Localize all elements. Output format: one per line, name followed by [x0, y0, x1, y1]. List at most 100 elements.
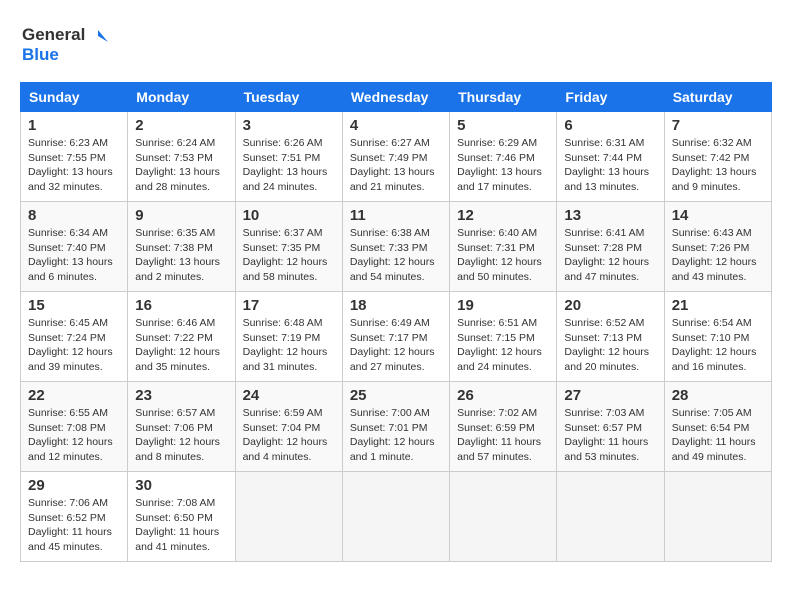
calendar-cell: 3 Sunrise: 6:26 AM Sunset: 7:51 PM Daylig…: [235, 112, 342, 202]
svg-text:Blue: Blue: [22, 45, 59, 64]
day-number: 12: [457, 207, 549, 224]
day-info: Sunrise: 6:34 AM Sunset: 7:40 PM Dayligh…: [28, 226, 120, 285]
day-info: Sunrise: 6:23 AM Sunset: 7:55 PM Dayligh…: [28, 136, 120, 195]
day-number: 1: [28, 117, 120, 134]
calendar-cell: 4Sunrise: 6:27 AM Sunset: 7:49 PM Daylig…: [342, 112, 449, 202]
day-info: Sunrise: 6:49 AM Sunset: 7:17 PM Dayligh…: [350, 316, 442, 375]
day-info: Sunrise: 7:08 AM Sunset: 6:50 PM Dayligh…: [135, 496, 227, 555]
calendar-cell: 29 Sunrise: 7:06 AM Sunset: 6:52 PM Dayli…: [21, 472, 128, 562]
calendar-cell: 18 Sunrise: 6:49 AM Sunset: 7:17 PM Dayli…: [342, 292, 449, 382]
calendar-cell: 15Sunrise: 6:45 AM Sunset: 7:24 PM Dayli…: [21, 292, 128, 382]
day-info: Sunrise: 6:54 AM Sunset: 7:10 PM Dayligh…: [672, 316, 764, 375]
column-header-monday: Monday: [128, 83, 235, 112]
day-info: Sunrise: 7:05 AM Sunset: 6:54 PM Dayligh…: [672, 406, 764, 465]
calendar-week-4: 22Sunrise: 6:55 AM Sunset: 7:08 PM Dayli…: [21, 382, 772, 472]
calendar-week-2: 8 Sunrise: 6:34 AM Sunset: 7:40 PM Daylig…: [21, 202, 772, 292]
day-info: Sunrise: 7:00 AM Sunset: 7:01 PM Dayligh…: [350, 406, 442, 465]
page-header: GeneralBlue: [20, 20, 772, 66]
calendar-cell: 13 Sunrise: 6:41 AM Sunset: 7:28 PM Dayli…: [557, 202, 664, 292]
day-info: Sunrise: 7:06 AM Sunset: 6:52 PM Dayligh…: [28, 496, 120, 555]
day-info: Sunrise: 7:03 AM Sunset: 6:57 PM Dayligh…: [564, 406, 656, 465]
day-info: Sunrise: 6:41 AM Sunset: 7:28 PM Dayligh…: [564, 226, 656, 285]
day-number: 9: [135, 207, 227, 224]
day-info: Sunrise: 6:37 AM Sunset: 7:35 PM Dayligh…: [243, 226, 335, 285]
day-number: 2: [135, 117, 227, 134]
day-number: 10: [243, 207, 335, 224]
calendar-header-row: SundayMondayTuesdayWednesdayThursdayFrid…: [21, 83, 772, 112]
calendar-cell: [664, 472, 771, 562]
calendar-week-5: 29 Sunrise: 7:06 AM Sunset: 6:52 PM Dayli…: [21, 472, 772, 562]
calendar-week-3: 15Sunrise: 6:45 AM Sunset: 7:24 PM Dayli…: [21, 292, 772, 382]
day-number: 18: [350, 297, 442, 314]
day-number: 21: [672, 297, 764, 314]
day-info: Sunrise: 6:48 AM Sunset: 7:19 PM Dayligh…: [243, 316, 335, 375]
day-info: Sunrise: 6:32 AM Sunset: 7:42 PM Dayligh…: [672, 136, 764, 195]
column-header-thursday: Thursday: [450, 83, 557, 112]
day-info: Sunrise: 6:45 AM Sunset: 7:24 PM Dayligh…: [28, 316, 120, 375]
column-header-sunday: Sunday: [21, 83, 128, 112]
day-number: 4: [350, 117, 442, 134]
day-info: Sunrise: 6:31 AM Sunset: 7:44 PM Dayligh…: [564, 136, 656, 195]
day-info: Sunrise: 7:02 AM Sunset: 6:59 PM Dayligh…: [457, 406, 549, 465]
day-number: 26: [457, 387, 549, 404]
calendar-cell: [342, 472, 449, 562]
calendar-cell: 9Sunrise: 6:35 AM Sunset: 7:38 PM Daylig…: [128, 202, 235, 292]
calendar-cell: 28 Sunrise: 7:05 AM Sunset: 6:54 PM Dayli…: [664, 382, 771, 472]
day-info: Sunrise: 6:46 AM Sunset: 7:22 PM Dayligh…: [135, 316, 227, 375]
calendar-cell: 14 Sunrise: 6:43 AM Sunset: 7:26 PM Dayli…: [664, 202, 771, 292]
column-header-tuesday: Tuesday: [235, 83, 342, 112]
column-header-wednesday: Wednesday: [342, 83, 449, 112]
calendar-cell: 30 Sunrise: 7:08 AM Sunset: 6:50 PM Dayli…: [128, 472, 235, 562]
day-number: 29: [28, 477, 120, 494]
calendar-cell: 2 Sunrise: 6:24 AM Sunset: 7:53 PM Daylig…: [128, 112, 235, 202]
day-number: 28: [672, 387, 764, 404]
day-number: 5: [457, 117, 549, 134]
day-number: 3: [243, 117, 335, 134]
column-header-saturday: Saturday: [664, 83, 771, 112]
calendar-cell: 24 Sunrise: 6:59 AM Sunset: 7:04 PM Dayli…: [235, 382, 342, 472]
day-info: Sunrise: 6:59 AM Sunset: 7:04 PM Dayligh…: [243, 406, 335, 465]
day-number: 13: [564, 207, 656, 224]
day-info: Sunrise: 6:24 AM Sunset: 7:53 PM Dayligh…: [135, 136, 227, 195]
day-number: 8: [28, 207, 120, 224]
day-number: 6: [564, 117, 656, 134]
day-info: Sunrise: 6:57 AM Sunset: 7:06 PM Dayligh…: [135, 406, 227, 465]
calendar-cell: 12 Sunrise: 6:40 AM Sunset: 7:31 PM Dayli…: [450, 202, 557, 292]
day-info: Sunrise: 6:26 AM Sunset: 7:51 PM Dayligh…: [243, 136, 335, 195]
calendar-cell: [235, 472, 342, 562]
logo: GeneralBlue: [20, 20, 110, 66]
day-info: Sunrise: 6:43 AM Sunset: 7:26 PM Dayligh…: [672, 226, 764, 285]
day-number: 24: [243, 387, 335, 404]
day-info: Sunrise: 6:52 AM Sunset: 7:13 PM Dayligh…: [564, 316, 656, 375]
calendar-cell: 8 Sunrise: 6:34 AM Sunset: 7:40 PM Daylig…: [21, 202, 128, 292]
day-number: 30: [135, 477, 227, 494]
day-number: 14: [672, 207, 764, 224]
day-number: 7: [672, 117, 764, 134]
svg-text:General: General: [22, 25, 85, 44]
day-number: 25: [350, 387, 442, 404]
day-number: 20: [564, 297, 656, 314]
calendar-cell: 11Sunrise: 6:38 AM Sunset: 7:33 PM Dayli…: [342, 202, 449, 292]
day-info: Sunrise: 6:29 AM Sunset: 7:46 PM Dayligh…: [457, 136, 549, 195]
day-number: 27: [564, 387, 656, 404]
day-number: 11: [350, 207, 442, 224]
calendar-cell: 17 Sunrise: 6:48 AM Sunset: 7:19 PM Dayli…: [235, 292, 342, 382]
day-info: Sunrise: 6:55 AM Sunset: 7:08 PM Dayligh…: [28, 406, 120, 465]
calendar-cell: 21 Sunrise: 6:54 AM Sunset: 7:10 PM Dayli…: [664, 292, 771, 382]
calendar-cell: 16 Sunrise: 6:46 AM Sunset: 7:22 PM Dayli…: [128, 292, 235, 382]
calendar-cell: 23 Sunrise: 6:57 AM Sunset: 7:06 PM Dayli…: [128, 382, 235, 472]
calendar-week-1: 1 Sunrise: 6:23 AM Sunset: 7:55 PM Daylig…: [21, 112, 772, 202]
calendar-cell: 25 Sunrise: 7:00 AM Sunset: 7:01 PM Dayli…: [342, 382, 449, 472]
calendar-cell: 1 Sunrise: 6:23 AM Sunset: 7:55 PM Daylig…: [21, 112, 128, 202]
day-number: 23: [135, 387, 227, 404]
day-info: Sunrise: 6:40 AM Sunset: 7:31 PM Dayligh…: [457, 226, 549, 285]
calendar-cell: [450, 472, 557, 562]
day-number: 16: [135, 297, 227, 314]
day-number: 17: [243, 297, 335, 314]
day-info: Sunrise: 6:51 AM Sunset: 7:15 PM Dayligh…: [457, 316, 549, 375]
calendar-cell: 6 Sunrise: 6:31 AM Sunset: 7:44 PM Daylig…: [557, 112, 664, 202]
calendar-cell: 27 Sunrise: 7:03 AM Sunset: 6:57 PM Dayli…: [557, 382, 664, 472]
calendar-cell: 26 Sunrise: 7:02 AM Sunset: 6:59 PM Dayli…: [450, 382, 557, 472]
logo-svg: GeneralBlue: [20, 20, 110, 66]
calendar-cell: [557, 472, 664, 562]
